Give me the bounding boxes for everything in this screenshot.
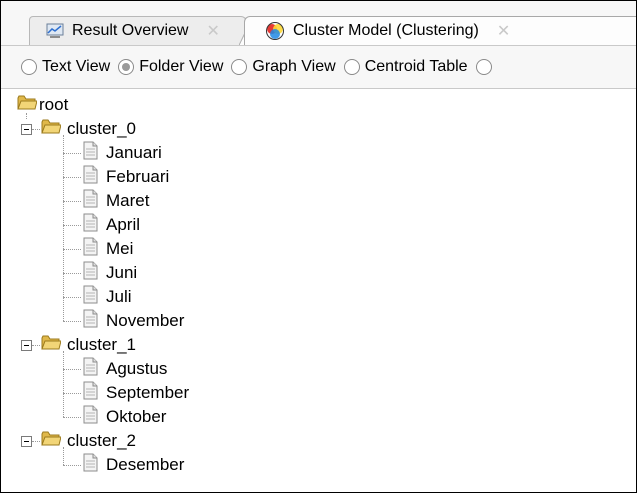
document-icon bbox=[83, 237, 98, 261]
close-icon[interactable]: ✕ bbox=[206, 21, 219, 41]
cluster-folder[interactable]: cluster_2 bbox=[41, 429, 136, 453]
tree-connector bbox=[63, 297, 81, 298]
tree-leaf-label: Juli bbox=[106, 287, 132, 306]
tree-leaf-item[interactable]: Oktober bbox=[83, 405, 166, 429]
document-icon bbox=[83, 405, 98, 429]
tree-leaf-item[interactable]: November bbox=[83, 309, 184, 333]
view-selector: Text View Folder View Graph View Centroi… bbox=[1, 45, 636, 89]
radio-button[interactable] bbox=[118, 59, 135, 75]
tree-leaf-item[interactable]: Maret bbox=[83, 189, 149, 213]
cluster-folder[interactable]: cluster_1 bbox=[41, 333, 136, 357]
document-icon bbox=[83, 453, 98, 477]
tree-connector bbox=[63, 417, 81, 418]
tree-connector bbox=[63, 249, 81, 250]
document-icon bbox=[83, 309, 98, 333]
folder-tree: root cluster_0 Januari Februari Maret April Me… bbox=[1, 91, 636, 491]
tree-connector bbox=[32, 441, 40, 442]
close-icon[interactable]: ✕ bbox=[497, 21, 510, 41]
cluster-model-icon bbox=[265, 21, 285, 41]
tree-node-label: cluster_1 bbox=[67, 335, 136, 354]
more-view-option[interactable] bbox=[475, 59, 497, 75]
cluster-model-window: Result Overview ✕ Cluster Model (Cluster… bbox=[0, 0, 637, 493]
tree-connector bbox=[63, 177, 81, 178]
tree-leaf-label: April bbox=[106, 215, 141, 234]
radio-button[interactable] bbox=[231, 59, 248, 75]
document-icon bbox=[83, 285, 98, 309]
tab-label: Result Overview bbox=[72, 22, 189, 39]
tab-cluster-model[interactable]: Cluster Model (Clustering) ✕ bbox=[244, 16, 636, 45]
tree-connector bbox=[63, 225, 81, 226]
tree-connector bbox=[63, 447, 64, 465]
tree-connector bbox=[63, 369, 81, 370]
tree-node-label: cluster_0 bbox=[67, 119, 136, 138]
tree-leaf-item[interactable]: April bbox=[83, 213, 140, 237]
tree-node-label: root bbox=[39, 95, 69, 114]
collapse-toggle-icon[interactable] bbox=[21, 436, 32, 447]
radio-button[interactable] bbox=[343, 59, 360, 75]
tree-leaf-label: Maret bbox=[106, 191, 150, 210]
tab-strip: Result Overview ✕ Cluster Model (Cluster… bbox=[1, 1, 636, 45]
tree-leaf-label: Oktober bbox=[106, 407, 167, 426]
tree-node-label: cluster_2 bbox=[67, 431, 136, 450]
tree-leaf-item[interactable]: September bbox=[83, 381, 189, 405]
tree-connector bbox=[63, 201, 81, 202]
radio-label: Graph View bbox=[252, 58, 336, 75]
radio-label: Centroid Table bbox=[364, 58, 468, 75]
collapse-toggle-icon[interactable] bbox=[21, 340, 32, 351]
folder-open-icon bbox=[41, 118, 62, 140]
document-icon bbox=[83, 213, 98, 237]
tree-leaf-item[interactable]: Desember bbox=[83, 453, 184, 477]
document-icon bbox=[83, 381, 98, 405]
tree-leaf-item[interactable]: Juni bbox=[83, 261, 137, 285]
tab-result-overview[interactable]: Result Overview ✕ bbox=[29, 16, 247, 45]
tab-label: Cluster Model (Clustering) bbox=[293, 22, 479, 39]
tree-root[interactable]: root bbox=[17, 93, 68, 117]
folder-view-option[interactable]: Folder View bbox=[118, 58, 223, 76]
radio-label: Text View bbox=[42, 58, 111, 75]
tree-leaf-item[interactable]: Februari bbox=[83, 165, 169, 189]
tree-leaf-item[interactable]: Juli bbox=[83, 285, 132, 309]
tree-leaf-item[interactable]: Januari bbox=[83, 141, 162, 165]
tree-connector bbox=[63, 273, 81, 274]
tree-leaf-label: Januari bbox=[106, 143, 162, 162]
document-icon bbox=[83, 165, 98, 189]
folder-open-icon bbox=[17, 94, 38, 116]
radio-button[interactable] bbox=[475, 59, 492, 75]
document-icon bbox=[83, 357, 98, 381]
tree-leaf-label: November bbox=[106, 311, 185, 330]
tree-connector bbox=[26, 113, 27, 119]
result-overview-icon bbox=[46, 22, 64, 40]
tree-leaf-item[interactable]: Mei bbox=[83, 237, 133, 261]
document-icon bbox=[83, 141, 98, 165]
cluster-folder[interactable]: cluster_0 bbox=[41, 117, 136, 141]
radio-label: Folder View bbox=[139, 58, 224, 75]
tree-connector bbox=[63, 135, 64, 321]
text-view-option[interactable]: Text View bbox=[21, 58, 110, 76]
tree-leaf-label: Mei bbox=[106, 239, 134, 258]
graph-view-option[interactable]: Graph View bbox=[231, 58, 336, 76]
centroid-table-option[interactable]: Centroid Table bbox=[343, 58, 468, 76]
tree-leaf-label: Juni bbox=[106, 263, 138, 282]
tree-connector bbox=[63, 351, 64, 417]
document-icon bbox=[83, 261, 98, 285]
tree-leaf-label: Februari bbox=[106, 167, 170, 186]
folder-open-icon bbox=[41, 334, 62, 356]
tree-leaf-label: Desember bbox=[106, 455, 185, 474]
tree-connector bbox=[63, 321, 81, 322]
tree-connector bbox=[32, 129, 40, 130]
tree-connector bbox=[63, 465, 81, 466]
tree-connector bbox=[32, 345, 40, 346]
folder-open-icon bbox=[41, 430, 62, 452]
tree-leaf-label: Agustus bbox=[106, 359, 168, 378]
tree-connector bbox=[63, 153, 81, 154]
tree-leaf-item[interactable]: Agustus bbox=[83, 357, 167, 381]
tree-connector bbox=[63, 393, 81, 394]
collapse-toggle-icon[interactable] bbox=[21, 124, 32, 135]
radio-button[interactable] bbox=[21, 59, 37, 75]
tree-leaf-label: September bbox=[106, 383, 190, 402]
document-icon bbox=[83, 189, 98, 213]
